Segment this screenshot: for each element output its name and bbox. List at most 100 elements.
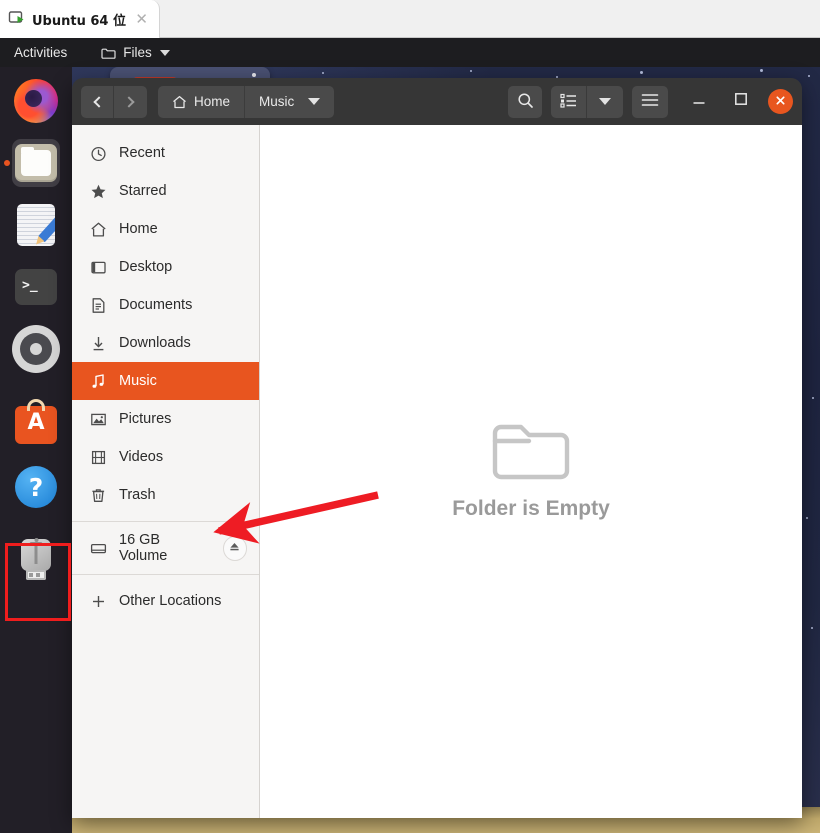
sidebar-label-starred: Starred [119,183,167,199]
breadcrumb-label-music: Music [259,94,295,109]
breadcrumb-item-home[interactable]: Home [158,85,246,118]
sidebar-label-documents: Documents [119,297,193,313]
close-icon[interactable]: ✕ [132,12,151,27]
app-menu-files[interactable]: Files [101,45,170,60]
breadcrumb-item-music[interactable]: Music [245,85,335,118]
desktop-icon [90,259,107,276]
sidebar-label-16gb-volume: 16 GB Volume [119,532,168,564]
sidebar-item-music[interactable]: Music [72,362,259,400]
plus-icon [90,593,107,610]
app-menu-label: Files [123,45,152,60]
sidebar-label-pictures: Pictures [119,411,172,427]
gear-icon [15,328,57,370]
terminal-icon: >_ [15,269,57,305]
navigation-buttons [81,85,147,118]
chevron-down-icon [308,98,321,105]
file-list-area[interactable]: Folder is Empty [260,125,802,818]
list-view-icon [560,93,577,111]
text-editor-icon [17,204,55,246]
gnome-top-panel: Activities Files [0,38,820,67]
vm-tab-strip: Ubuntu 64 位 ✕ [0,0,820,38]
dock-item-firefox[interactable] [12,77,60,125]
drive-icon [90,540,107,557]
ubuntu-dock: >_ A ? [0,67,72,833]
sidebar-label-trash: Trash [119,487,156,503]
clock-icon [90,145,107,162]
hamburger-menu-icon [641,93,659,110]
maximize-button[interactable] [726,87,756,117]
breadcrumb-label-home: Home [194,94,231,109]
sidebar-item-other-locations[interactable]: Other Locations [72,582,259,620]
close-icon [774,94,787,110]
sidebar-label-downloads: Downloads [119,335,191,351]
download-icon [90,335,107,352]
folder-icon [101,47,116,59]
sidebar-item-recent[interactable]: Recent [72,134,259,172]
dock-item-usb-volume[interactable] [12,537,60,585]
search-button[interactable] [508,85,542,118]
sidebar-item-pictures[interactable]: Pictures [72,400,259,438]
sidebar-divider-devices [72,521,259,522]
main-menu-button[interactable] [632,85,668,118]
back-button[interactable] [81,85,114,118]
sidebar-item-downloads[interactable]: Downloads [72,324,259,362]
minimize-button[interactable] [684,87,714,117]
files-folder-icon [15,144,57,182]
vm-tab-ubuntu[interactable]: Ubuntu 64 位 ✕ [0,0,160,38]
dock-item-text-editor[interactable] [12,201,60,249]
close-button[interactable] [768,89,793,114]
sidebar-item-videos[interactable]: Videos [72,438,259,476]
vm-tab-title: Ubuntu 64 位 [32,13,126,29]
software-letter: A [27,410,45,435]
home-icon [90,221,107,238]
empty-folder-state: Folder is Empty [260,421,802,521]
usb-drive-icon [21,538,51,583]
music-note-icon [90,373,107,390]
firefox-icon [14,79,58,123]
document-icon [90,297,107,314]
sidebar-item-home[interactable]: Home [72,210,259,248]
dock-item-ubuntu-software[interactable]: A [12,399,60,449]
dock-item-terminal[interactable]: >_ [12,263,60,311]
window-body: Recent Starred Home Desktop Documents Do… [72,125,802,818]
sidebar-item-desktop[interactable]: Desktop [72,248,259,286]
terminal-prompt: >_ [22,278,38,293]
software-bag-icon: A [15,399,57,444]
eject-button[interactable] [222,535,247,561]
question-mark-icon: ? [15,466,57,508]
chevron-down-icon [159,49,170,56]
list-view-button[interactable] [551,85,587,118]
forward-button[interactable] [114,85,147,118]
headerbar-right-controls [508,85,793,118]
sidebar-item-starred[interactable]: Starred [72,172,259,210]
magnifier-icon [517,92,534,112]
empty-folder-label: Folder is Empty [452,497,610,520]
sidebar-divider-other [72,574,259,575]
sidebar-label-recent: Recent [119,145,165,161]
sidebar-label-home: Home [119,221,158,237]
empty-folder-icon [490,421,572,483]
activities-button[interactable]: Activities [0,45,79,60]
sidebar-label-videos: Videos [119,449,164,465]
sidebar-item-16gb-volume[interactable]: 16 GB Volume [72,529,259,567]
sidebar-item-documents[interactable]: Documents [72,286,259,324]
trash-icon [90,487,107,504]
picture-icon [90,411,107,428]
files-window: Home Music Recent Starred Home Desktop D… [72,78,802,818]
breadcrumb: Home Music [158,85,335,118]
view-options-button[interactable] [587,85,623,118]
dock-item-files[interactable] [12,139,60,187]
star-icon [90,183,107,200]
dock-item-settings[interactable] [12,325,60,373]
sidebar-label-other-locations: Other Locations [119,593,222,609]
maximize-icon [734,92,748,111]
film-icon [90,449,107,466]
home-icon [172,95,186,109]
minimize-icon [692,93,706,111]
window-headerbar: Home Music [72,78,802,125]
eject-icon [228,540,241,557]
dock-item-help[interactable]: ? [12,463,60,511]
sidebar-label-music: Music [119,373,157,389]
chevron-down-icon [599,98,611,105]
sidebar-item-trash[interactable]: Trash [72,476,259,514]
